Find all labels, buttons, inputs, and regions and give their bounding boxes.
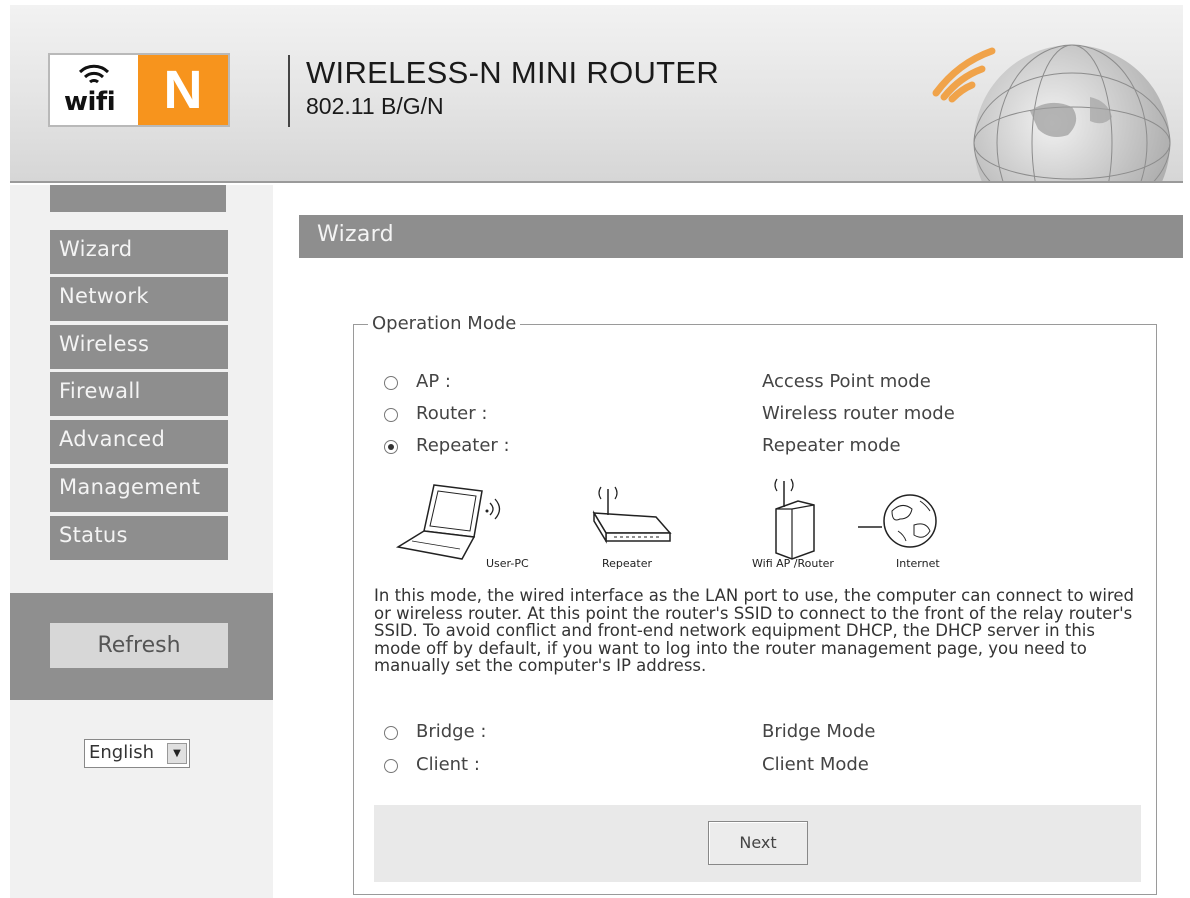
logo-wifi-part: wifi [50, 55, 138, 125]
refresh-button[interactable]: Refresh [50, 623, 228, 668]
sidebar-item-status[interactable]: Status [50, 516, 228, 560]
option-repeater-label[interactable]: Repeater : [416, 435, 510, 456]
radio-router[interactable] [384, 408, 398, 422]
page-title-bar: Wizard [299, 215, 1183, 258]
router-icon [774, 478, 815, 560]
logo-n-text: N [138, 55, 228, 125]
sidebar-item-wizard[interactable]: Wizard [50, 230, 228, 274]
fieldset-legend: Operation Mode [368, 313, 521, 334]
sidebar-item-network[interactable]: Network [50, 277, 228, 321]
sidebar-item-management[interactable]: Management [50, 468, 228, 512]
logo-wifi-text: wifi [64, 87, 116, 117]
option-router-description: Wireless router mode [762, 403, 955, 424]
title-divider [288, 55, 290, 127]
option-ap-description: Access Point mode [762, 371, 931, 392]
sidebar-item-wireless[interactable]: Wireless [50, 325, 228, 369]
option-bridge-description: Bridge Mode [762, 721, 876, 742]
internet-globe-icon [883, 494, 937, 548]
next-button[interactable]: Next [708, 821, 808, 865]
product-title: WIRELESS-N MINI ROUTER [306, 55, 720, 90]
diagram-label-internet: Internet [896, 557, 940, 570]
globe-icon [932, 44, 1171, 181]
repeater-icon [592, 486, 672, 544]
radio-client[interactable] [384, 759, 398, 773]
page-title: Wizard [317, 222, 394, 247]
radio-ap[interactable] [384, 376, 398, 390]
option-repeater: Repeater : Repeater mode [384, 435, 1144, 461]
diagram-label-wifi-ap-router: Wifi AP /Router [752, 557, 834, 570]
wifi-n-logo: wifi N [48, 53, 230, 127]
sidebar-top-bar [50, 185, 226, 212]
option-bridge-label[interactable]: Bridge : [416, 721, 486, 742]
product-subtitle: 802.11 B/G/N [306, 93, 444, 119]
form-footer: Next [374, 805, 1141, 882]
wifi-icon [78, 64, 110, 84]
option-ap: AP : Access Point mode [384, 371, 1144, 397]
option-ap-label[interactable]: AP : [416, 371, 451, 392]
laptop-icon [395, 484, 501, 560]
language-selected-value: English [89, 742, 154, 763]
option-client-description: Client Mode [762, 754, 869, 775]
refresh-band: Refresh [10, 593, 273, 700]
option-router-label[interactable]: Router : [416, 403, 487, 424]
option-client-label[interactable]: Client : [416, 754, 480, 775]
sidebar-item-firewall[interactable]: Firewall [50, 372, 228, 416]
diagram-label-user-pc: User-PC [486, 557, 529, 570]
sidebar: Wizard Network Wireless Firewall Advance… [10, 185, 273, 898]
header-banner: wifi N WIRELESS-N MINI ROUTER 802.11 B/G… [10, 5, 1183, 183]
diagram-label-repeater: Repeater [602, 557, 652, 570]
repeater-mode-description: In this mode, the wired interface as the… [374, 586, 1135, 675]
repeater-topology-diagram: User-PC Repeater Wifi AP /Router Interne… [395, 478, 940, 570]
option-client: Client : Client Mode [384, 754, 1144, 780]
chevron-down-icon[interactable]: ▼ [167, 743, 187, 764]
option-repeater-description: Repeater mode [762, 435, 901, 456]
option-bridge: Bridge : Bridge Mode [384, 721, 1144, 747]
language-select[interactable]: English ▼ [84, 739, 190, 768]
radio-repeater[interactable] [384, 440, 398, 454]
radio-bridge[interactable] [384, 726, 398, 740]
sidebar-item-advanced[interactable]: Advanced [50, 420, 228, 464]
operation-mode-fieldset: Operation Mode AP : Access Point mode Ro… [353, 313, 1157, 895]
option-router: Router : Wireless router mode [384, 403, 1144, 429]
